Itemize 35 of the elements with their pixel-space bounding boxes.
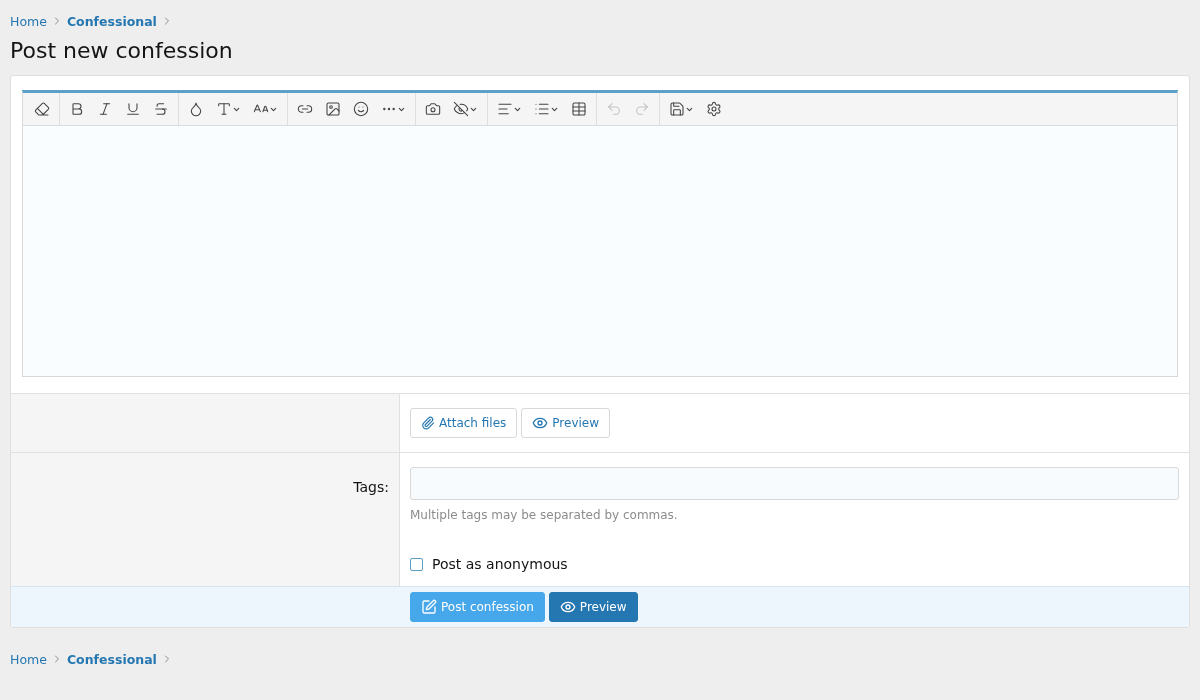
edit-icon xyxy=(421,599,437,615)
breadcrumb-link[interactable]: Home xyxy=(10,651,47,667)
font-icon xyxy=(216,101,232,117)
preview-button[interactable]: Preview xyxy=(521,408,611,438)
undo-icon xyxy=(606,101,622,117)
tags-hint: Multiple tags may be separated by commas. xyxy=(410,508,679,522)
eraser-icon xyxy=(34,101,50,117)
page-title: Post new confession xyxy=(10,38,234,63)
droplet-icon xyxy=(188,101,204,117)
eye-slash-icon xyxy=(453,101,469,117)
italic-icon xyxy=(97,101,113,117)
post-confession-button[interactable]: Post confession xyxy=(410,592,545,622)
strikethrough-icon xyxy=(153,101,169,117)
bold-icon xyxy=(69,101,85,117)
preview-button[interactable]: Preview xyxy=(548,592,638,622)
save-icon xyxy=(669,101,685,117)
attach-files-button[interactable]: Attach files xyxy=(410,408,518,438)
breadcrumb-link[interactable]: Confessional xyxy=(66,651,157,667)
breadcrumb-link[interactable]: Confessional xyxy=(66,13,157,29)
table-icon xyxy=(571,101,587,117)
tags-label: Tags: xyxy=(353,479,389,497)
smiley-icon xyxy=(353,101,369,117)
align-left-icon xyxy=(497,101,513,117)
breadcrumb-link[interactable]: Home xyxy=(10,13,47,29)
settings-icon xyxy=(706,101,722,117)
redo-icon xyxy=(634,101,650,117)
paperclip-icon xyxy=(421,416,435,430)
camera-icon xyxy=(425,101,441,117)
anonymous-checkbox[interactable]: Post as anonymous xyxy=(410,556,1179,572)
eye-icon xyxy=(532,415,549,431)
list-icon xyxy=(534,101,550,117)
image-icon xyxy=(325,101,341,117)
eye-icon xyxy=(559,599,576,615)
underline-icon xyxy=(125,101,141,117)
tags-field[interactable] xyxy=(410,467,1179,500)
